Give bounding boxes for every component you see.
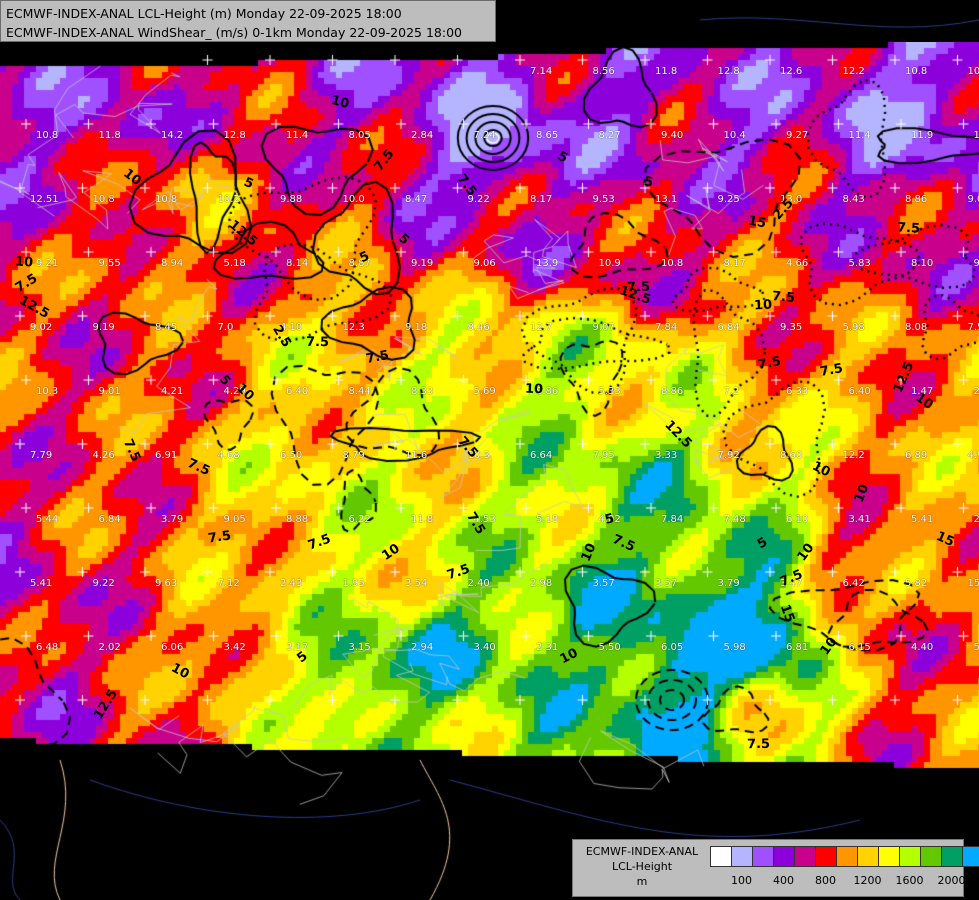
legend-swatch	[795, 847, 816, 866]
legend-swatch	[921, 847, 942, 866]
legend-swatch	[732, 847, 753, 866]
color-legend: ECMWF-INDEX-ANAL LCL-Height m 100 400 800 1…	[572, 839, 979, 897]
legend-swatch	[900, 847, 921, 866]
legend-tick-label: 800	[815, 874, 836, 887]
legend-swatch	[774, 847, 795, 866]
legend-tick-label: 100	[731, 874, 752, 887]
legend-tick-label: 1200	[853, 874, 882, 887]
legend-title: ECMWF-INDEX-ANAL LCL-Height m	[578, 844, 706, 889]
legend-swatch	[816, 847, 837, 866]
legend-swatch	[942, 847, 963, 866]
legend-tick-label: 1600	[895, 874, 924, 887]
legend-model-label: ECMWF-INDEX-ANAL	[585, 845, 699, 858]
legend-swatch	[837, 847, 858, 866]
title-line-windshear: ECMWF-INDEX-ANAL WindShear_ (m/s) 0-1km …	[6, 25, 462, 40]
legend-swatch	[858, 847, 879, 866]
legend-variable-label: LCL-Height	[611, 860, 673, 873]
map-title-box: ECMWF-INDEX-ANAL LCL-Height (m) Monday 2…	[0, 0, 496, 42]
legend-swatch	[963, 847, 979, 866]
title-line-lcl: ECMWF-INDEX-ANAL LCL-Height (m) Monday 2…	[6, 6, 402, 21]
legend-swatch	[879, 847, 900, 866]
legend-tick-label: 2000	[937, 874, 966, 887]
legend-swatch	[711, 847, 732, 866]
legend-tick-label: 400	[773, 874, 794, 887]
lcl-height-map	[0, 0, 979, 900]
legend-color-scale	[710, 846, 979, 867]
legend-swatch	[753, 847, 774, 866]
legend-unit-label: m	[636, 875, 648, 888]
legend-tick-labels: 100 400 800 1200 1600 2000	[710, 874, 966, 888]
